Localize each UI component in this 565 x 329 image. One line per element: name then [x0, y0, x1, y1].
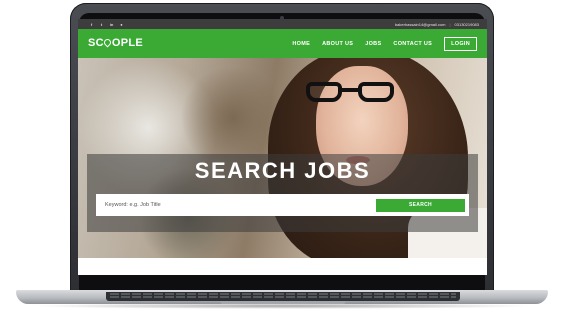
- keyboard-row: [110, 296, 456, 298]
- contact-divider: |: [449, 21, 451, 27]
- contact-email[interactable]: bakerhassain14@gmail.com: [395, 22, 446, 27]
- top-info-bar: f t in ● bakerhassain14@gmail.com | 0313…: [78, 19, 487, 29]
- glasses-bridge: [340, 88, 360, 92]
- laptop-keyboard: [106, 292, 460, 301]
- glasses-lens-right: [358, 82, 394, 102]
- nav-jobs[interactable]: JOBS: [365, 41, 381, 47]
- facebook-icon[interactable]: f: [88, 21, 95, 28]
- laptop-lid: f t in ● bakerhassain14@gmail.com | 0313…: [70, 3, 494, 295]
- logo-wordmark: SC OPLE: [88, 36, 144, 49]
- logo-text-end: OPLE: [111, 36, 144, 49]
- laptop-trackpad: [220, 301, 346, 304]
- search-bar: SEARCH: [96, 194, 469, 216]
- website-screen: f t in ● bakerhassain14@gmail.com | 0313…: [78, 19, 487, 275]
- search-jobs-title: SEARCH JOBS: [194, 158, 371, 183]
- nav-about-us[interactable]: ABOUT US: [322, 41, 353, 47]
- nav-home[interactable]: HOME: [292, 41, 310, 47]
- nav-links: HOME ABOUT US JOBS CONTACT US LOGIN: [292, 36, 477, 51]
- page-content-area: [78, 258, 487, 275]
- twitter-icon[interactable]: t: [98, 21, 105, 28]
- keyword-search-input[interactable]: [105, 202, 376, 208]
- site-logo[interactable]: SC OPLE: [88, 36, 144, 50]
- hero-banner: SEARCH JOBS SEARCH: [78, 58, 487, 258]
- glasses-lens-left: [306, 82, 342, 102]
- logo-text-start: SC: [88, 36, 104, 49]
- main-navbar: SC OPLE HOME ABOUT US JOBS CONTACT US LOG…: [78, 29, 487, 58]
- login-button[interactable]: LOGIN: [444, 36, 477, 51]
- job-search-panel: SEARCH JOBS SEARCH: [87, 154, 478, 232]
- user-icon[interactable]: ●: [118, 21, 125, 28]
- nav-contact-us[interactable]: CONTACT US: [393, 41, 432, 47]
- contact-info: bakerhassain14@gmail.com | 03130219083: [395, 22, 479, 27]
- search-button[interactable]: SEARCH: [376, 198, 465, 212]
- keyboard-row: [110, 293, 456, 295]
- linkedin-icon[interactable]: in: [108, 21, 115, 28]
- contact-phone[interactable]: 03130219083: [455, 22, 479, 27]
- social-links: f t in ●: [88, 21, 125, 28]
- hero-person-glasses: [306, 82, 410, 108]
